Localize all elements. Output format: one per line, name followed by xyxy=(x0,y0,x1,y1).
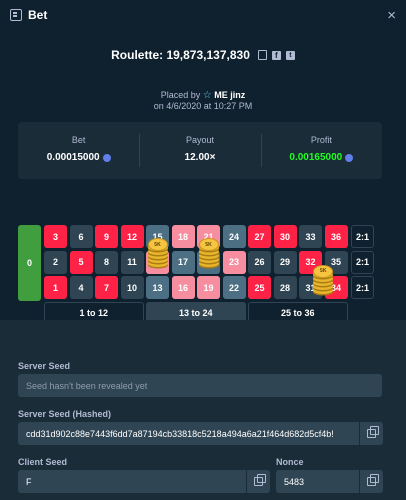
roulette-number-10[interactable]: 10 xyxy=(120,276,144,299)
eth-coin-icon xyxy=(102,153,111,162)
stat-payout: Payout 12.00× xyxy=(139,122,260,179)
copy-client-seed-button[interactable] xyxy=(246,470,270,493)
roulette-number-2[interactable]: 2 xyxy=(44,250,67,274)
twitter-icon[interactable]: t xyxy=(285,50,295,60)
roulette-number-5[interactable]: 5 xyxy=(69,250,93,274)
roulette-number-6[interactable]: 6 xyxy=(69,225,93,248)
copy-hashed-seed-button[interactable] xyxy=(359,422,383,445)
bet-id: Roulette: 19,873,137,830 xyxy=(111,48,250,62)
chip-5k-icon: 5K xyxy=(313,264,334,278)
bet-title: Roulette: 19,873,137,830 f t xyxy=(111,48,295,62)
client-seed-field[interactable]: F xyxy=(18,470,246,493)
bet-date: on 4/6/2020 at 10:27 PM xyxy=(153,101,253,111)
roulette-number-23[interactable]: 23 xyxy=(222,250,246,274)
bet-stats: Bet 0.00015000 Payout 12.00× Profit 0.00… xyxy=(18,122,382,179)
roulette-number-30[interactable]: 30 xyxy=(273,225,297,248)
roulette-number-18[interactable]: 18 xyxy=(171,225,195,248)
close-icon[interactable]: × xyxy=(387,7,396,24)
server-seed-placeholder: Seed hasn't been revealed yet xyxy=(26,380,148,391)
column-bet-2to1[interactable]: 2:1 xyxy=(351,225,374,248)
placed-by-label: Placed by xyxy=(160,90,201,100)
username-link[interactable]: ME jinz xyxy=(214,90,245,100)
roulette-number-27[interactable]: 27 xyxy=(248,225,271,248)
facebook-icon[interactable]: f xyxy=(271,50,281,60)
roulette-number-26[interactable]: 26 xyxy=(248,250,271,274)
hashed-seed-field[interactable]: cdd31d902c88e7443f6dd7a87194cb33818c5218… xyxy=(18,422,359,445)
stat-bet-label: Bet xyxy=(71,135,86,145)
roulette-number-13[interactable]: 13 xyxy=(146,276,169,299)
modal-title: Bet xyxy=(28,8,48,22)
roulette-table: 03691215182124273033362:1258111417202326… xyxy=(18,195,382,350)
roulette-number-12[interactable]: 12 xyxy=(120,225,144,248)
bet-receipt-icon xyxy=(10,9,22,21)
stat-profit-label: Profit xyxy=(310,135,332,145)
hashed-seed-value: cdd31d902c88e7443f6dd7a87194cb33818c5218… xyxy=(26,428,334,439)
roulette-number-3[interactable]: 3 xyxy=(44,225,67,248)
stat-payout-value: 12.00× xyxy=(184,152,216,163)
stat-bet-value: 0.00015000 xyxy=(46,152,100,163)
stat-profit: Profit 0.00165000 xyxy=(260,122,382,179)
client-seed-value: F xyxy=(26,476,32,487)
roulette-number-7[interactable]: 7 xyxy=(95,276,118,299)
server-seed-label: Server Seed xyxy=(18,361,71,371)
column-bet-2to1[interactable]: 2:1 xyxy=(351,276,374,299)
copy-icon xyxy=(367,474,379,486)
roulette-number-4[interactable]: 4 xyxy=(69,276,93,299)
roulette-number-29[interactable]: 29 xyxy=(273,250,297,274)
copy-nonce-button[interactable] xyxy=(359,470,383,493)
column-bet-2to1[interactable]: 2:1 xyxy=(351,250,374,274)
nonce-label: Nonce xyxy=(276,457,304,467)
placed-by: Placed by ☆ ME jinz on 4/6/2020 at 10:27… xyxy=(0,90,406,112)
stat-bet: Bet 0.00015000 xyxy=(18,122,139,179)
eth-coin-icon xyxy=(345,153,354,162)
roulette-number-9[interactable]: 9 xyxy=(95,225,118,248)
roulette-number-36[interactable]: 36 xyxy=(324,225,348,248)
seeds-panel: Server Seed Seed hasn't been revealed ye… xyxy=(0,320,406,500)
server-seed-field: Seed hasn't been revealed yet xyxy=(18,374,382,397)
copy-icon xyxy=(254,474,266,486)
copy-icon[interactable] xyxy=(257,50,267,60)
modal-header: Bet × xyxy=(0,0,406,30)
roulette-number-17[interactable]: 17 xyxy=(171,250,195,274)
roulette-number-8[interactable]: 8 xyxy=(95,250,118,274)
roulette-number-19[interactable]: 19 xyxy=(197,276,220,299)
chip-5k-icon: 5K xyxy=(147,238,168,252)
copy-icon xyxy=(367,426,379,438)
roulette-number-24[interactable]: 24 xyxy=(222,225,246,248)
roulette-number-11[interactable]: 11 xyxy=(120,250,144,274)
stat-profit-value: 0.00165000 xyxy=(289,152,343,163)
roulette-number-0[interactable]: 0 xyxy=(18,225,41,301)
roulette-number-33[interactable]: 33 xyxy=(299,225,322,248)
roulette-number-1[interactable]: 1 xyxy=(44,276,67,299)
roulette-number-25[interactable]: 25 xyxy=(248,276,271,299)
roulette-number-28[interactable]: 28 xyxy=(273,276,297,299)
client-seed-label: Client Seed xyxy=(18,457,68,467)
chip-5k-icon: 5K xyxy=(198,238,219,252)
nonce-field[interactable]: 5483 xyxy=(276,470,359,493)
roulette-number-22[interactable]: 22 xyxy=(222,276,246,299)
nonce-value: 5483 xyxy=(284,476,305,487)
roulette-number-16[interactable]: 16 xyxy=(171,276,195,299)
vip-star-icon: ☆ xyxy=(202,90,212,101)
stat-payout-label: Payout xyxy=(185,135,214,145)
hashed-seed-label: Server Seed (Hashed) xyxy=(18,409,112,419)
